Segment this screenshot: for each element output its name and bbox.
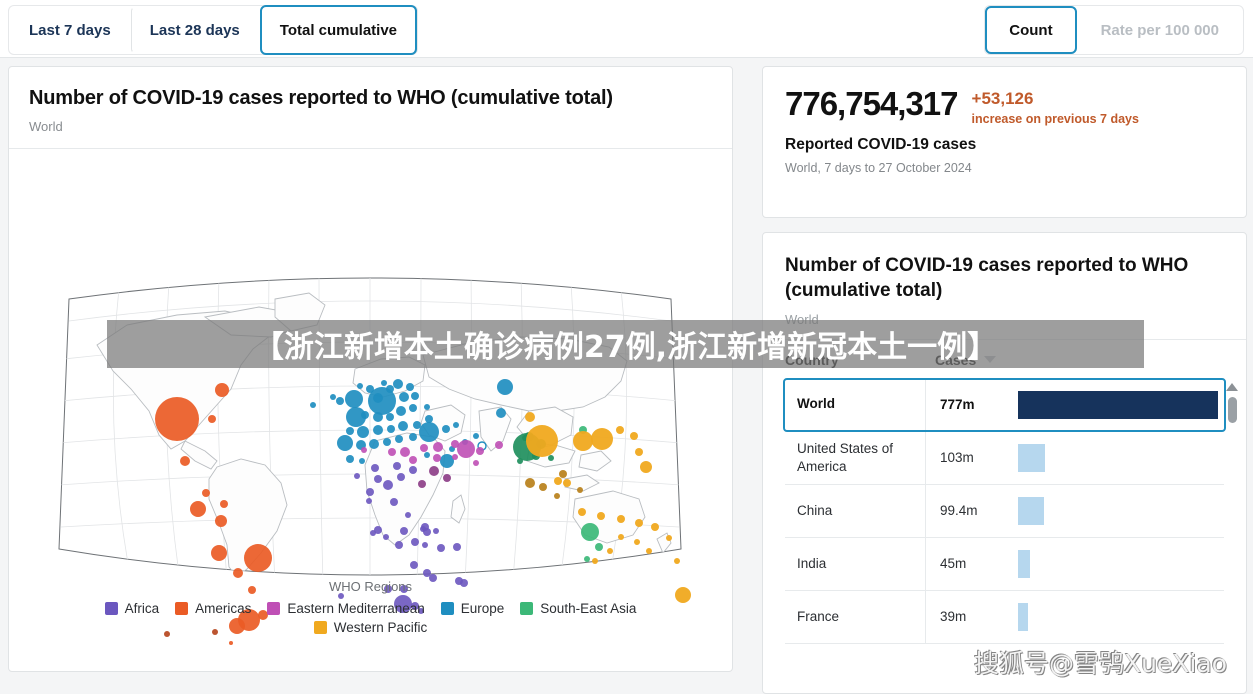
legend-swatch-eastern-mediterranean (267, 602, 281, 615)
toolbar: Last 7 days Last 28 days Total cumulativ… (0, 0, 1253, 58)
who-covid-dashboard: Last 7 days Last 28 days Total cumulativ… (0, 0, 1253, 694)
legend-item-south-east-asia[interactable]: South-East Asia (520, 601, 636, 616)
tab-last-7-days-label: Last 7 days (29, 21, 111, 39)
tab-total-cumulative-label: Total cumulative (279, 21, 398, 39)
toggle-rate-label: Rate per 100 000 (1100, 21, 1219, 39)
table-header-row: Country Cases (763, 340, 1246, 378)
map-card-header: Number of COVID-19 cases reported to WHO… (9, 67, 732, 149)
cell-country: United States of America (797, 440, 894, 474)
legend-item-americas[interactable]: Americas (175, 601, 251, 616)
legend-label-south-east-asia: South-East Asia (540, 601, 637, 616)
cell-bar (1018, 443, 1224, 472)
map-card-title: Number of COVID-19 cases reported to WHO… (29, 87, 613, 109)
column-header-cases[interactable]: Cases (935, 351, 997, 368)
bar-fill (1018, 602, 1028, 631)
scroll-up-arrow-icon[interactable] (1226, 383, 1238, 391)
bar-fill (1018, 443, 1045, 472)
table-card-title: Number of COVID-19 cases reported to WHO… (785, 255, 1189, 302)
cell-country: World (797, 396, 835, 412)
table-card-header: Number of COVID-19 cases reported to WHO… (763, 233, 1246, 327)
column-header-country[interactable]: Country (785, 352, 935, 368)
country-table-card: Number of COVID-19 cases reported to WHO… (762, 232, 1247, 694)
cell-country: France (797, 608, 840, 624)
period-tab-group: Last 7 days Last 28 days Total cumulativ… (8, 5, 419, 55)
table-card-subtitle: World (785, 311, 819, 327)
sort-descending-icon[interactable] (984, 356, 997, 364)
metric-label: Reported COVID-19 cases (785, 135, 977, 153)
legend-label-africa: Africa (124, 601, 160, 616)
tab-total-cumulative[interactable]: Total cumulative (259, 5, 418, 55)
cell-cases: 777m (940, 397, 975, 413)
table-row[interactable]: China 99.4m (785, 484, 1224, 538)
legend-swatch-africa (104, 602, 118, 615)
delta-label: increase on previous 7 days (971, 111, 1139, 126)
legend-item-western-pacific[interactable]: Western Pacific (313, 620, 428, 635)
map-legend: WHO Regions Africa Americas Eastern Medi… (9, 579, 732, 639)
legend-label-eastern-mediterranean: Eastern Mediterranean (287, 601, 425, 616)
cell-cases: 45m (940, 556, 967, 572)
tab-last-28-days-label: Last 28 days (149, 21, 240, 39)
cell-cases: 99.4m (940, 503, 978, 519)
bar-fill (1018, 390, 1218, 419)
total-cases-value: 776,754,317 (785, 85, 959, 122)
table-scrollbar[interactable] (1224, 383, 1240, 683)
toggle-count-label: Count (1009, 21, 1053, 39)
table-body: World 777m United States of America 103m… (763, 377, 1246, 644)
measure-toggle-group: Count Rate per 100 000 (984, 5, 1244, 55)
toggle-count[interactable]: Count (985, 6, 1077, 54)
toggle-rate-per-100000[interactable]: Rate per 100 000 (1077, 6, 1243, 54)
cell-country: India (797, 555, 827, 571)
legend-title: WHO Regions (328, 579, 413, 594)
legend-item-africa[interactable]: Africa (104, 601, 160, 616)
column-header-cases-label: Cases (935, 351, 977, 368)
map-card-subtitle: World (29, 119, 63, 134)
legend-label-americas: Americas (195, 601, 252, 616)
legend-label-western-pacific: Western Pacific (333, 620, 428, 635)
table-row[interactable]: France 39m (785, 590, 1224, 644)
cell-country: China (797, 502, 833, 518)
bar-fill (1018, 496, 1044, 525)
table-row[interactable]: World 777m (783, 377, 1226, 432)
table-row[interactable]: United States of America 103m (785, 431, 1224, 485)
bar-fill (1018, 549, 1030, 578)
scrollbar-thumb[interactable] (1227, 397, 1237, 423)
bubble-map[interactable]: WHO Regions Africa Americas Eastern Medi… (9, 149, 732, 649)
delta-value: +53,126 (971, 89, 1034, 108)
legend-item-europe[interactable]: Europe (440, 601, 505, 616)
delta-block: +53,126 increase on previous 7 days (972, 87, 1139, 126)
world-map-svg (58, 277, 691, 645)
legend-label-europe: Europe (460, 601, 505, 616)
cell-bar (1018, 549, 1224, 578)
cell-bar (1018, 496, 1224, 525)
scope-label: World, 7 days to 27 October 2024 (785, 160, 972, 175)
tab-last-7-days[interactable]: Last 7 days (9, 6, 131, 54)
cell-cases: 103m (940, 450, 974, 466)
legend-swatch-americas (175, 602, 189, 615)
legend-swatch-south-east-asia (520, 602, 534, 615)
cell-cases: 39m (940, 609, 967, 625)
cell-bar (1018, 602, 1224, 631)
table-row[interactable]: India 45m (785, 537, 1224, 591)
summary-stat-card: 776,754,317 +53,126 increase on previous… (762, 66, 1247, 218)
legend-item-eastern-mediterranean[interactable]: Eastern Mediterranean (267, 601, 425, 616)
legend-swatch-europe (440, 602, 454, 615)
map-card: Number of COVID-19 cases reported to WHO… (8, 66, 733, 672)
legend-row-primary: Africa Americas Eastern Mediterranean Eu… (9, 601, 732, 616)
tab-last-28-days[interactable]: Last 28 days (130, 6, 260, 54)
legend-swatch-western-pacific (313, 621, 327, 634)
cell-bar (1018, 390, 1224, 419)
legend-row-secondary: Western Pacific (9, 620, 732, 635)
